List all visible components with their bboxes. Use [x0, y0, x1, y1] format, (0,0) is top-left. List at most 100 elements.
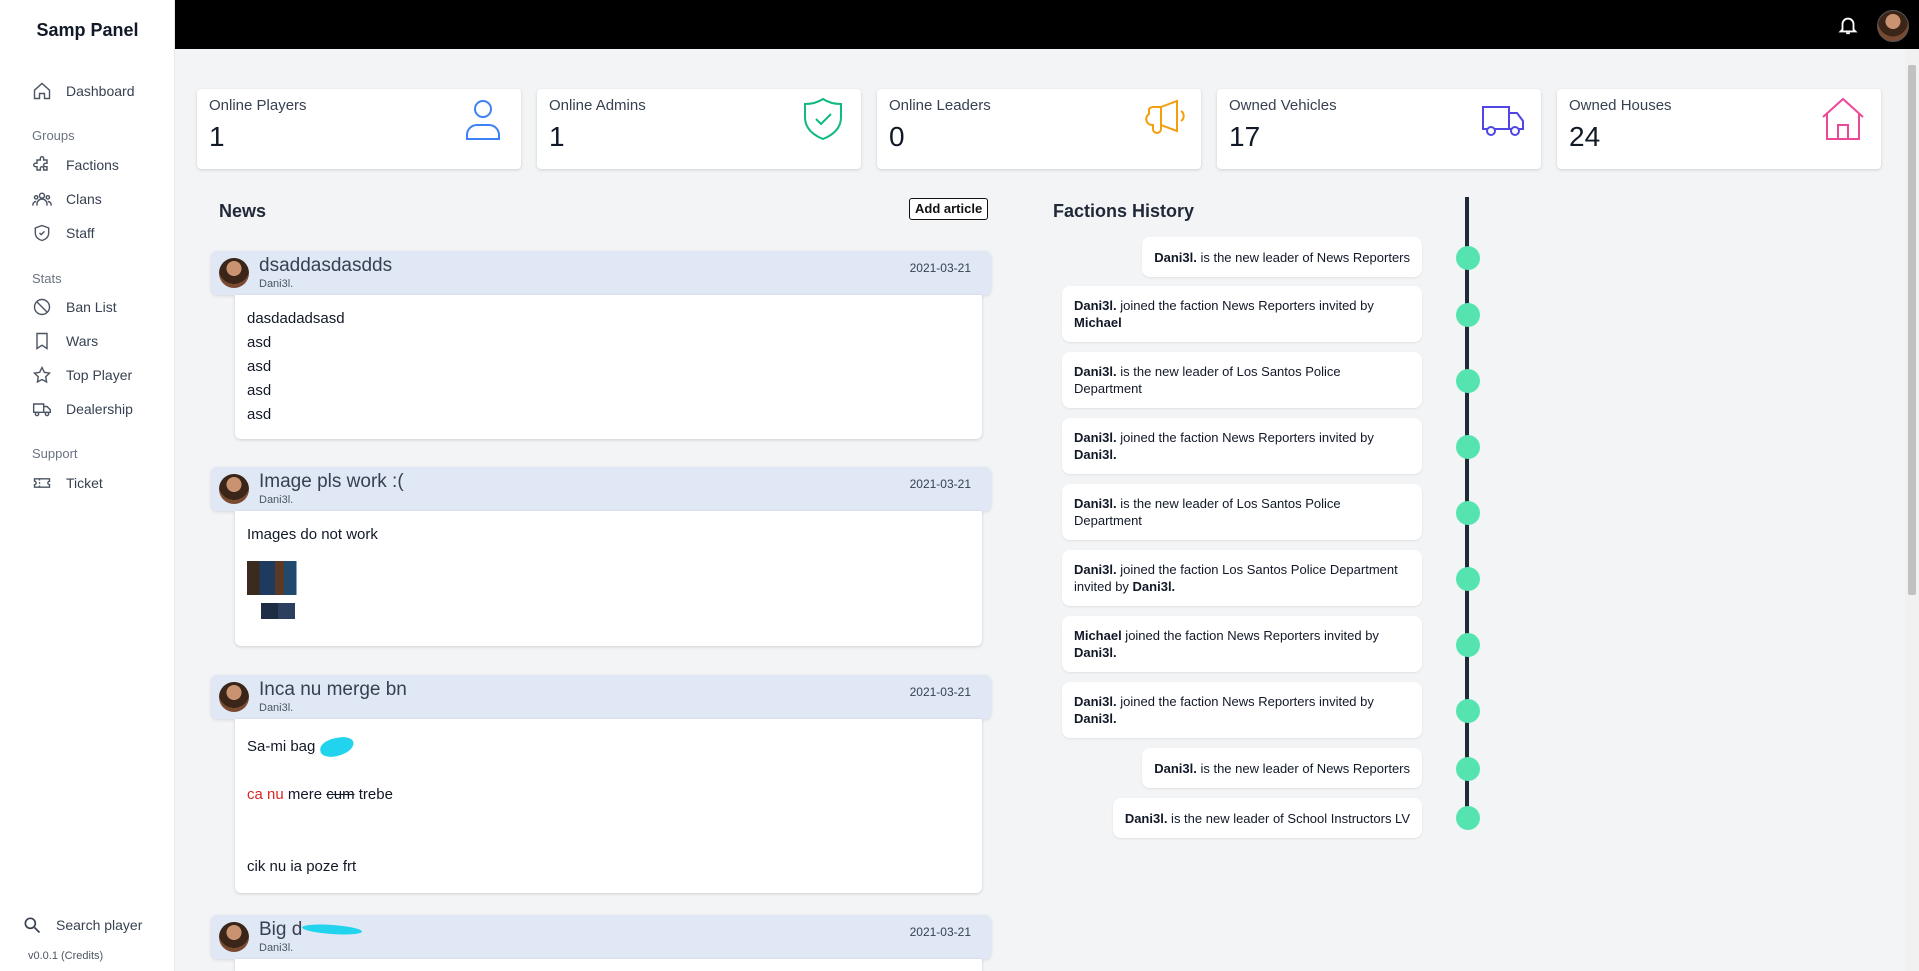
sidebar-item-label: Wars: [66, 333, 99, 349]
news-article: Image pls work :( Dani3l. 2021-03-21 Ima…: [211, 467, 991, 646]
version-credits-link[interactable]: v0.0.1 (Credits): [28, 950, 103, 962]
history-entry: Dani3l. joined the faction News Reporter…: [1062, 286, 1422, 342]
user-avatar[interactable]: [1877, 10, 1909, 42]
history-entry: Dani3l. joined the faction News Reporter…: [1062, 682, 1422, 738]
struck-text: cum: [326, 786, 355, 803]
search-icon: [24, 917, 41, 934]
news-title: News: [219, 201, 267, 221]
bookmark-icon: [36, 332, 48, 350]
stat-card-owned-vehicles: Owned Vehicles 17: [1217, 89, 1541, 169]
stat-value: 17: [1229, 121, 1261, 152]
stat-card-owned-houses: Owned Houses 24: [1557, 89, 1881, 169]
truck-icon: [32, 403, 52, 417]
stat-label: Online Leaders: [889, 97, 991, 114]
sidebar-item-ban-list[interactable]: Ban List: [32, 296, 117, 318]
timeline-dot: [1456, 369, 1480, 393]
timeline-dot: [1456, 501, 1480, 525]
stat-card-online-players: Online Players 1: [197, 89, 521, 169]
redacted-scribble: [302, 923, 363, 937]
article-text: Sa-mi bag: [247, 738, 316, 755]
notifications-button[interactable]: [1837, 13, 1859, 37]
sidebar-item-ticket[interactable]: Ticket: [32, 472, 103, 494]
article-title: Inca nu merge bn: [259, 679, 407, 700]
author-avatar: [219, 258, 249, 288]
article-body: Sa-mi bag ca nu mere cum trebe cik nu ia…: [235, 719, 982, 893]
stat-value: 1: [549, 121, 565, 152]
article-title: Image pls work :(: [259, 471, 404, 492]
sidebar-item-label: Factions: [66, 157, 119, 173]
article-line: asd: [247, 406, 272, 423]
sidebar: Samp Panel Dashboard Groups Factions Cla…: [0, 0, 175, 971]
stat-label: Online Players: [209, 97, 307, 114]
search-player-button[interactable]: Search player: [22, 915, 142, 935]
timeline-dot: [1456, 246, 1480, 270]
article-body: dasdadadsasd asd asd asd asd: [235, 295, 982, 439]
stat-value: 1: [209, 121, 225, 152]
sidebar-item-dashboard[interactable]: Dashboard: [32, 80, 135, 102]
timeline-dot: [1456, 633, 1480, 657]
sidebar-item-label: Top Player: [66, 367, 133, 383]
stat-label: Owned Vehicles: [1229, 97, 1337, 114]
sidebar-item-clans[interactable]: Clans: [32, 188, 102, 210]
article-image: [261, 603, 295, 619]
sidebar-item-label: Dealership: [66, 401, 133, 417]
article-text: Images do not work: [247, 526, 378, 543]
brand-title[interactable]: Samp Panel: [0, 20, 175, 41]
article-header[interactable]: Image pls work :( Dani3l. 2021-03-21: [211, 467, 991, 511]
stat-card-online-leaders: Online Leaders 0: [877, 89, 1201, 169]
sidebar-item-wars[interactable]: Wars: [32, 330, 98, 352]
factions-history-title: Factions History: [1053, 201, 1195, 221]
article-image: [247, 561, 309, 595]
stat-value: 0: [889, 121, 905, 152]
history-entry: Dani3l. is the new leader of Los Santos …: [1062, 484, 1422, 540]
article-line: asd: [247, 358, 272, 375]
app-root: Samp Panel Dashboard Groups Factions Cla…: [0, 0, 1919, 971]
stat-label: Owned Houses: [1569, 97, 1672, 114]
timeline-dot: [1456, 699, 1480, 723]
article-line: asd: [247, 382, 272, 399]
users-group-icon: [32, 192, 52, 206]
author-avatar: [219, 682, 249, 712]
history-entry: Dani3l. is the new leader of News Report…: [1142, 748, 1422, 788]
home-icon: [33, 82, 51, 100]
star-icon: [32, 365, 52, 384]
article-date: 2021-03-21: [909, 925, 971, 939]
ban-icon: [33, 298, 51, 316]
top-bar: [175, 0, 1919, 49]
article-author: Dani3l.: [259, 278, 294, 290]
sidebar-item-factions[interactable]: Factions: [32, 154, 119, 176]
stat-value: 24: [1569, 121, 1601, 152]
section-groups: Groups: [32, 128, 75, 143]
news-article: dsaddasdasdds Dani3l. 2021-03-21 dasdada…: [211, 251, 991, 439]
article-header[interactable]: Inca nu merge bn Dani3l. 2021-03-21: [211, 675, 991, 719]
article-header[interactable]: Big d Dani3l. 2021-03-21: [211, 915, 991, 959]
timeline-dot: [1456, 806, 1480, 830]
section-stats: Stats: [32, 271, 62, 286]
article-line: dasdadadsasd: [247, 310, 345, 327]
puzzle-icon: [33, 156, 48, 171]
history-entry: Dani3l. is the new leader of News Report…: [1142, 237, 1422, 277]
ticket-icon: [33, 478, 51, 488]
add-article-button[interactable]: Add article: [909, 198, 989, 220]
shield-check-icon: [34, 224, 50, 242]
timeline-dot: [1456, 435, 1480, 459]
history-entry: Dani3l. is the new leader of School Inst…: [1112, 798, 1422, 838]
history-entry: Dani3l. is the new leader of Los Santos …: [1062, 352, 1422, 408]
article-header[interactable]: dsaddasdasdds Dani3l. 2021-03-21: [211, 251, 991, 295]
article-date: 2021-03-21: [909, 477, 971, 491]
page-scrollbar[interactable]: [1905, 49, 1919, 971]
news-article: Big d Dani3l. 2021-03-21: [211, 915, 991, 971]
author-avatar: [219, 922, 249, 952]
sidebar-item-dealership[interactable]: Dealership: [32, 398, 133, 420]
scrollbar-thumb[interactable]: [1908, 65, 1916, 595]
sidebar-item-label: Staff: [66, 225, 95, 241]
sidebar-item-staff[interactable]: Staff: [32, 222, 95, 244]
sidebar-item-top-player[interactable]: Top Player: [32, 364, 132, 386]
article-author: Dani3l.: [259, 702, 294, 714]
sidebar-item-label: Ticket: [66, 475, 103, 491]
article-author: Dani3l.: [259, 494, 294, 506]
article-text: cik nu ia poze frt: [247, 858, 357, 875]
redacted-scribble: [318, 735, 355, 759]
sidebar-item-label: Ban List: [66, 299, 117, 315]
article-author: Dani3l.: [259, 942, 294, 954]
